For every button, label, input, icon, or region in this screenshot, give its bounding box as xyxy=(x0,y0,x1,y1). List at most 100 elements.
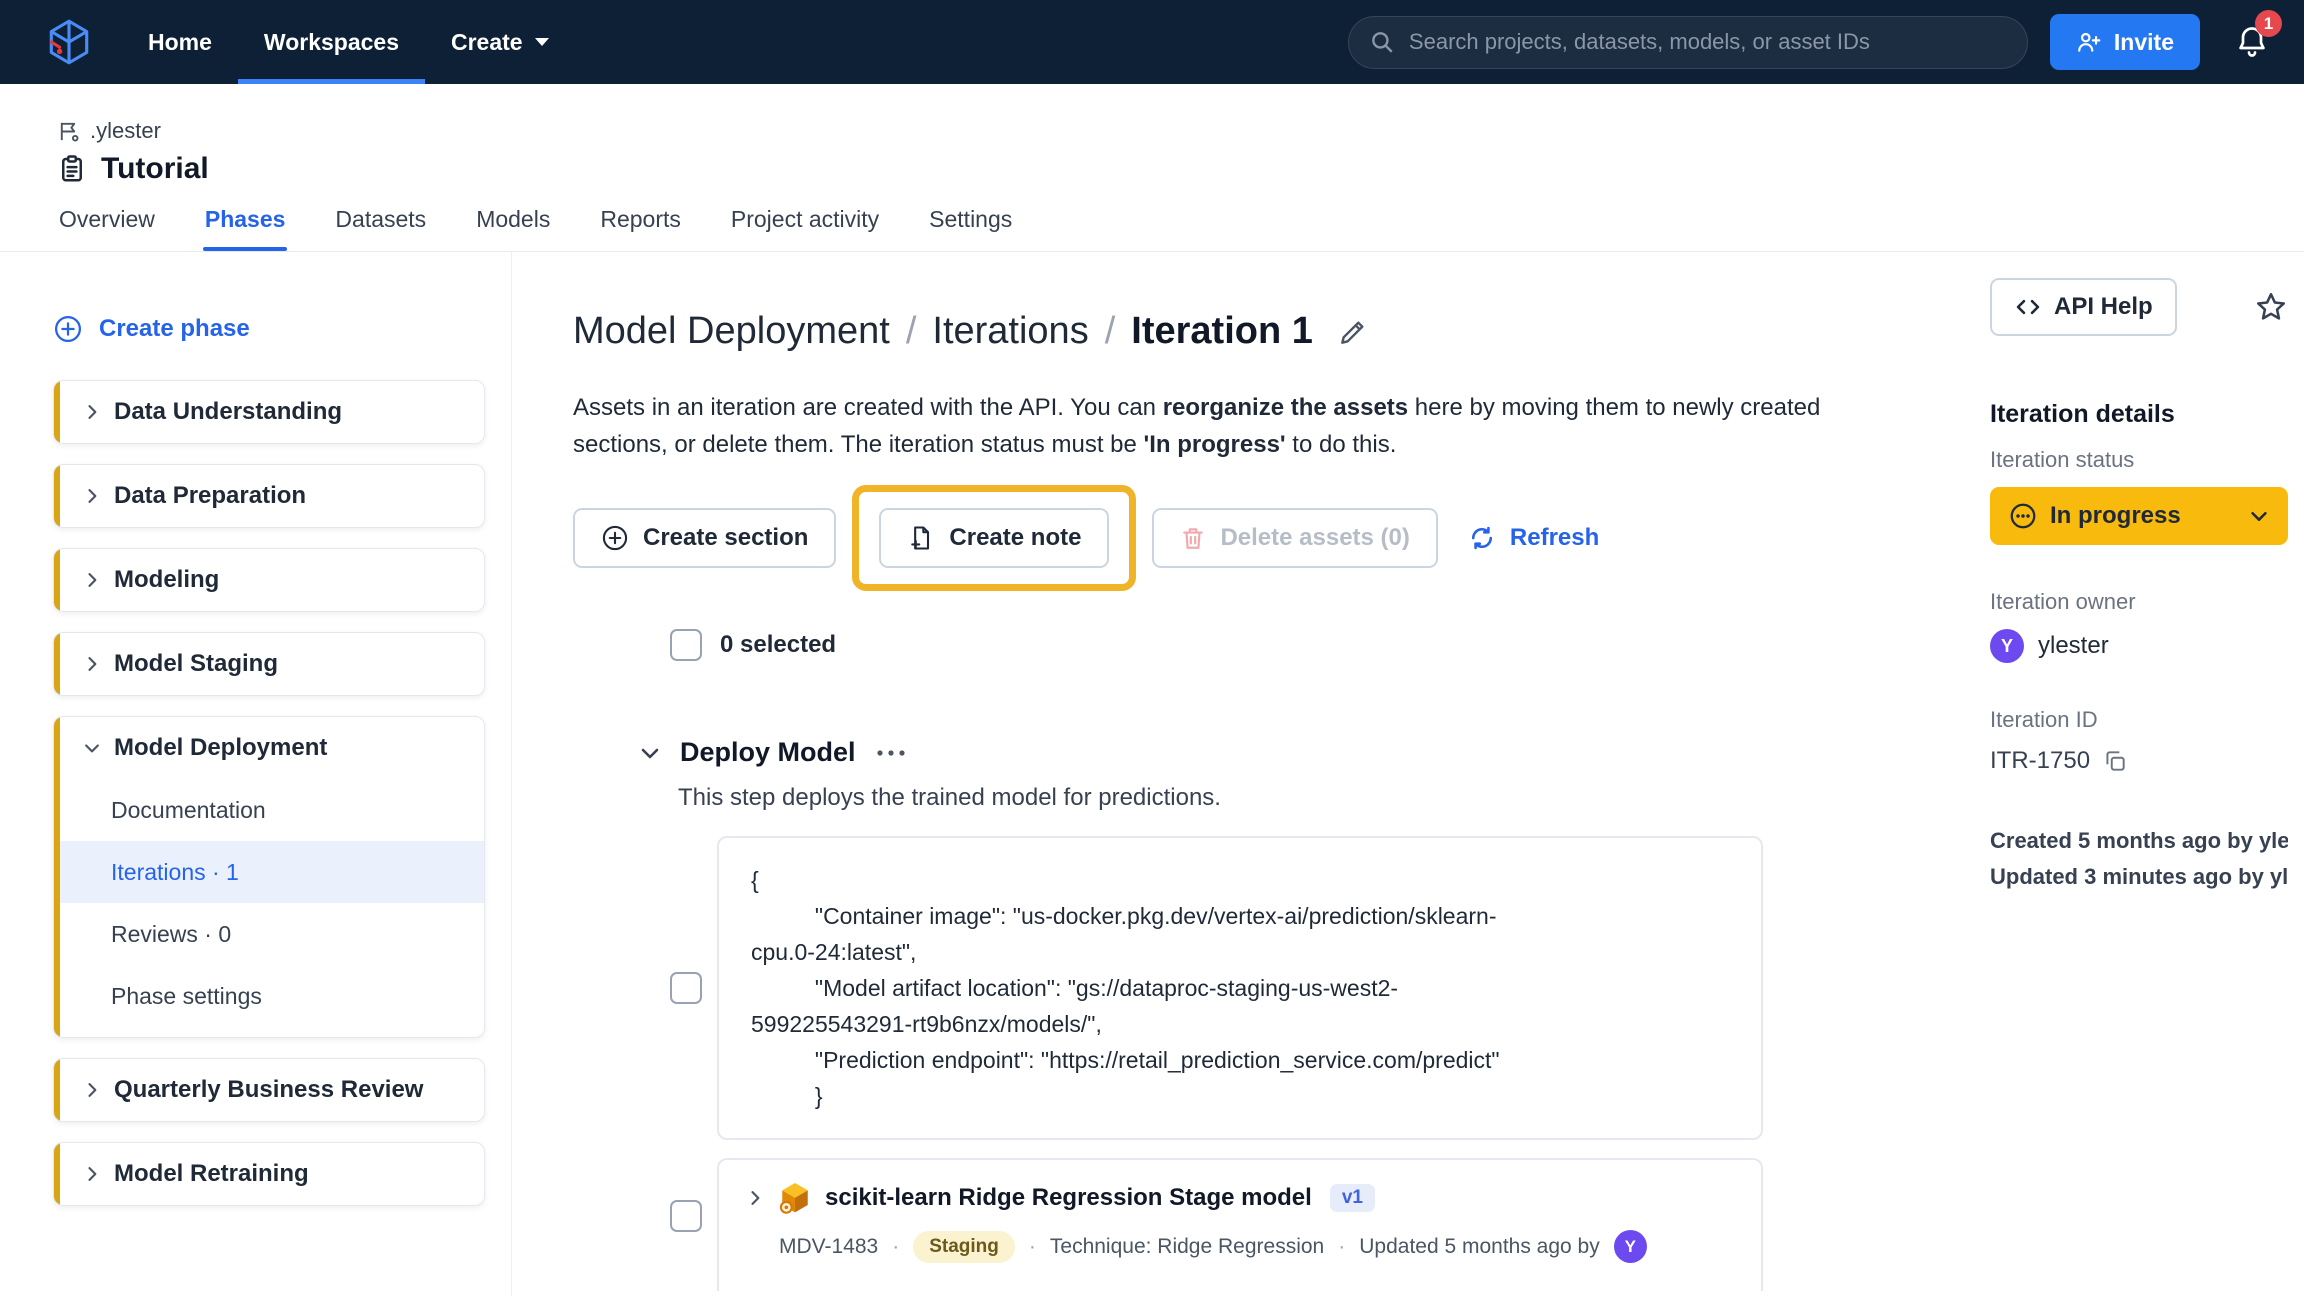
nav-workspaces[interactable]: Workspaces xyxy=(238,0,425,84)
phase-card-model-staging: Model Staging xyxy=(53,632,485,696)
section-description: This step deploys the trained model for … xyxy=(678,784,1990,812)
notifications-button[interactable]: 1 xyxy=(2230,14,2274,70)
breadcrumb-phase[interactable]: Model Deployment xyxy=(573,310,890,353)
section-header: Deploy Model xyxy=(638,737,1990,768)
chevron-right-icon xyxy=(82,1164,102,1184)
tab-label: Phases xyxy=(205,206,286,232)
workspace-breadcrumb[interactable]: .ylester xyxy=(57,118,2304,144)
phase-card-modeling: Modeling xyxy=(53,548,485,612)
page-title: Tutorial xyxy=(101,152,209,186)
phase-label: Model Staging xyxy=(114,650,278,678)
chevron-right-icon xyxy=(82,1080,102,1100)
primary-nav: Home Workspaces Create xyxy=(122,0,577,84)
iteration-id-row: ITR-1750 xyxy=(1990,747,2288,775)
note-checkbox[interactable] xyxy=(670,972,702,1004)
edit-iteration-name-button[interactable] xyxy=(1337,316,1369,348)
model-name-link[interactable]: scikit-learn Ridge Regression Stage mode… xyxy=(825,1184,1312,1212)
desc-text: Assets in an iteration are created with … xyxy=(573,394,1163,421)
star-icon[interactable] xyxy=(2254,290,2288,324)
iteration-status-dropdown[interactable]: In progress xyxy=(1990,487,2288,545)
copy-icon[interactable] xyxy=(2102,748,2128,774)
note-asset-row: { "Container image": "us-docker.pkg.dev/… xyxy=(670,836,1990,1140)
selection-row: 0 selected xyxy=(670,629,1990,661)
ellipsis-menu-icon[interactable] xyxy=(874,746,908,760)
chevron-down-icon[interactable] xyxy=(638,741,662,765)
tab-project-activity[interactable]: Project activity xyxy=(729,206,881,251)
phase-toggle-model-retraining[interactable]: Model Retraining xyxy=(54,1143,484,1205)
created-line: Created 5 months ago by yles xyxy=(1990,823,2288,859)
model-technique: Technique: Ridge Regression xyxy=(1050,1235,1324,1259)
phase-toggle-model-staging[interactable]: Model Staging xyxy=(54,633,484,695)
search-input[interactable] xyxy=(1409,29,2007,55)
workspace-name: .ylester xyxy=(90,118,161,144)
sidebar-item-iterations[interactable]: Iterations · 1 xyxy=(54,841,484,903)
phase-toggle-modeling[interactable]: Modeling xyxy=(54,549,484,611)
global-search[interactable] xyxy=(1348,16,2028,69)
project-icon xyxy=(57,154,87,184)
tab-label: Datasets xyxy=(335,206,426,232)
create-section-button[interactable]: Create section xyxy=(573,508,836,568)
invite-button[interactable]: Invite xyxy=(2050,14,2200,70)
tab-models[interactable]: Models xyxy=(474,206,552,251)
iteration-owner-row: Y ylester xyxy=(1990,629,2288,663)
breadcrumb-iterations[interactable]: Iterations xyxy=(932,310,1088,353)
delete-assets-button[interactable]: Delete assets (0) xyxy=(1152,508,1437,568)
chevron-right-icon[interactable] xyxy=(745,1188,765,1208)
delete-assets-label: Delete assets (0) xyxy=(1220,524,1409,552)
project-tabs: Overview Phases Datasets Models Reports … xyxy=(57,206,2304,251)
iteration-status-value: In progress xyxy=(2050,502,2181,530)
nav-create[interactable]: Create xyxy=(425,0,577,84)
phase-toggle-quarterly-business-review[interactable]: Quarterly Business Review xyxy=(54,1059,484,1121)
select-all-checkbox[interactable] xyxy=(670,629,702,661)
model-icon xyxy=(777,1180,813,1216)
avatar: Y xyxy=(1614,1230,1647,1263)
sidebar-item-phase-settings[interactable]: Phase settings xyxy=(54,965,484,1027)
create-phase-label: Create phase xyxy=(99,315,250,343)
sidebar-item-documentation[interactable]: Documentation xyxy=(54,779,484,841)
model-version-badge: v1 xyxy=(1330,1184,1375,1212)
tab-phases[interactable]: Phases xyxy=(203,206,288,251)
sidebar-item-reviews[interactable]: Reviews · 0 xyxy=(54,903,484,965)
meta-separator: · xyxy=(1029,1235,1036,1259)
avatar: Y xyxy=(1990,629,2024,663)
details-title: Iteration details xyxy=(1990,400,2288,429)
chevron-down-icon xyxy=(82,738,102,758)
app-logo-icon[interactable] xyxy=(44,17,94,67)
iteration-owner-label: Iteration owner xyxy=(1990,589,2288,615)
api-help-button[interactable]: API Help xyxy=(1990,278,2177,336)
nav-home-label: Home xyxy=(148,29,212,56)
model-meta-row: MDV-1483 · Staging · Technique: Ridge Re… xyxy=(779,1230,1735,1263)
iteration-description: Assets in an iteration are created with … xyxy=(573,389,1861,463)
phase-label: Data Understanding xyxy=(114,398,342,426)
create-phase-button[interactable]: Create phase xyxy=(53,314,485,344)
sub-item-label: Documentation xyxy=(111,797,266,824)
model-id: MDV-1483 xyxy=(779,1235,878,1259)
nav-workspaces-label: Workspaces xyxy=(264,29,399,56)
desc-bold: 'In progress' xyxy=(1144,431,1286,458)
chevron-down-icon xyxy=(2248,505,2270,527)
project-title-row: Tutorial xyxy=(57,152,2304,186)
refresh-button[interactable]: Refresh xyxy=(1468,524,1599,552)
phase-card-data-understanding: Data Understanding xyxy=(53,380,485,444)
phase-toggle-data-preparation[interactable]: Data Preparation xyxy=(54,465,484,527)
iteration-id-value: ITR-1750 xyxy=(1990,747,2090,775)
tab-settings[interactable]: Settings xyxy=(927,206,1014,251)
api-help-label: API Help xyxy=(2054,293,2153,321)
phase-toggle-model-deployment[interactable]: Model Deployment xyxy=(54,717,484,779)
nav-home[interactable]: Home xyxy=(122,0,238,84)
refresh-label: Refresh xyxy=(1510,524,1599,552)
create-note-label: Create note xyxy=(949,524,1081,552)
phase-toggle-data-understanding[interactable]: Data Understanding xyxy=(54,381,484,443)
model-checkbox[interactable] xyxy=(670,1200,702,1232)
tutorial-highlight-box: Create note xyxy=(852,485,1136,591)
chevron-down-icon xyxy=(533,36,551,48)
breadcrumb-separator: / xyxy=(1105,310,1116,353)
top-navigation: Home Workspaces Create Invite 1 xyxy=(0,0,2304,84)
status-in-progress-icon xyxy=(2008,501,2038,531)
nav-create-label: Create xyxy=(451,29,523,56)
create-section-label: Create section xyxy=(643,524,808,552)
tab-datasets[interactable]: Datasets xyxy=(333,206,428,251)
tab-overview[interactable]: Overview xyxy=(57,206,157,251)
tab-reports[interactable]: Reports xyxy=(598,206,683,251)
create-note-button[interactable]: Create note xyxy=(879,508,1109,568)
